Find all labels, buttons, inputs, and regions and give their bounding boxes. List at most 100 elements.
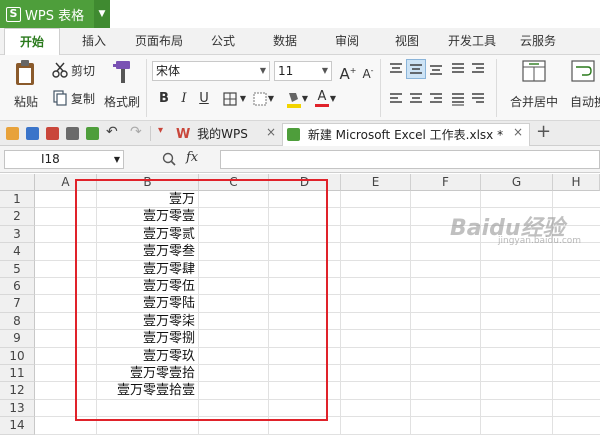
close-tab-icon[interactable]: × (266, 125, 276, 139)
tab-home[interactable]: 开始 (4, 28, 60, 56)
increase-font-size-button[interactable]: A+ (338, 61, 358, 83)
wrap-indent-button[interactable] (468, 59, 488, 79)
align-top-icon (390, 63, 402, 73)
tab-developer[interactable]: 开发工具 (440, 28, 504, 55)
align-bottom-button[interactable] (426, 59, 446, 79)
font-name-select[interactable]: 宋体 ▼ (152, 61, 270, 81)
insert-function-button[interactable]: fx (186, 150, 198, 165)
cell-b7[interactable]: 壹万零陆 (97, 295, 195, 312)
row-header[interactable]: 9 (0, 330, 35, 348)
cell-b12[interactable]: 壹万零壹拾壹 (97, 382, 195, 399)
app-dropdown-chevron-icon[interactable]: ▼ (94, 0, 110, 28)
align-center-button[interactable] (406, 89, 426, 109)
row-header[interactable]: 1 (0, 191, 35, 209)
export-pdf-icon[interactable] (46, 127, 59, 140)
close-tab-icon[interactable]: × (513, 125, 523, 139)
cell-b9[interactable]: 壹万零捌 (97, 330, 195, 347)
tab-view[interactable]: 视图 (384, 28, 430, 55)
tab-data[interactable]: 数据 (262, 28, 308, 55)
customize-toolbar-icon[interactable]: ▾ (158, 125, 163, 136)
font-name-value: 宋体 (156, 64, 181, 78)
justify-button[interactable] (448, 59, 468, 79)
app-menu-button[interactable]: S WPS 表格 (0, 0, 94, 28)
open-folder-icon[interactable] (6, 127, 19, 140)
tab-current-workbook[interactable]: 新建 Microsoft Excel 工作表.xlsx * (282, 123, 530, 146)
row-header[interactable]: 13 (0, 399, 35, 418)
row-header[interactable]: 11 (0, 365, 35, 383)
column-header-g[interactable]: G (481, 174, 553, 191)
align-left-button[interactable] (386, 89, 406, 109)
column-header-c[interactable]: C (199, 174, 269, 191)
cell-b10[interactable]: 壹万零玖 (97, 348, 195, 365)
row-header[interactable]: 8 (0, 312, 35, 331)
tab-review[interactable]: 审阅 (324, 28, 370, 55)
undo-icon[interactable]: ↶ (106, 124, 118, 140)
cell-b8[interactable]: 壹万零柒 (97, 313, 195, 330)
fill-color-dropdown-icon[interactable]: ▼ (300, 89, 310, 109)
row-header[interactable]: 4 (0, 243, 35, 261)
cell-b4[interactable]: 壹万零叁 (97, 243, 195, 260)
font-size-select[interactable]: 11 ▼ (274, 61, 332, 81)
menu-tab-bar: 开始 插入 页面布局 公式 数据 审阅 视图 开发工具 云服务 (0, 28, 600, 56)
row-header[interactable]: 14 (0, 417, 35, 435)
tab-insert[interactable]: 插入 (68, 28, 120, 55)
underline-button[interactable]: U (194, 89, 214, 109)
paste-button[interactable]: 粘贴 (8, 59, 44, 117)
print-preview-icon[interactable] (86, 127, 99, 140)
auto-wrap-button[interactable]: 自动换 (570, 59, 600, 117)
zoom-search-icon[interactable] (162, 152, 176, 166)
row-header[interactable]: 2 (0, 208, 35, 226)
align-top-button[interactable] (386, 59, 406, 79)
outdent-button[interactable] (468, 89, 488, 109)
merge-center-button[interactable]: 合并居中 (504, 59, 564, 117)
tab-page-layout[interactable]: 页面布局 (126, 28, 192, 55)
distributed-align-icon (452, 93, 464, 106)
row-header[interactable]: 5 (0, 260, 35, 278)
borders-button[interactable] (220, 89, 240, 109)
cut-button[interactable]: 剪切 (52, 61, 95, 79)
column-header-a[interactable]: A (35, 174, 97, 191)
print-icon[interactable] (66, 127, 79, 140)
column-header-h[interactable]: H (553, 174, 600, 191)
cell-b3[interactable]: 壹万零贰 (97, 226, 195, 243)
column-header-b[interactable]: B (97, 174, 199, 191)
format-painter-button[interactable]: 格式刷 (102, 59, 142, 117)
row-header[interactable]: 10 (0, 347, 35, 365)
tab-formulas[interactable]: 公式 (200, 28, 246, 55)
font-size-value: 11 (278, 64, 294, 78)
italic-button[interactable]: I (174, 89, 194, 109)
formula-input[interactable] (220, 150, 600, 169)
borders-dropdown-icon[interactable]: ▼ (238, 89, 248, 109)
distributed-align-button[interactable] (448, 89, 468, 109)
decrease-font-size-button[interactable]: A- (358, 61, 378, 81)
save-icon[interactable] (26, 127, 39, 140)
column-header-d[interactable]: D (269, 174, 341, 191)
cell-style-dropdown-icon[interactable]: ▼ (266, 89, 276, 109)
tab-my-wps[interactable]: W 我的WPS (172, 123, 280, 146)
cell-b11[interactable]: 壹万零壹拾 (97, 365, 195, 382)
select-all-corner[interactable] (0, 174, 35, 191)
tab-cloud-service[interactable]: 云服务 (510, 28, 566, 55)
row-header[interactable]: 3 (0, 225, 35, 244)
align-middle-icon (410, 64, 422, 74)
row-header[interactable]: 7 (0, 295, 35, 313)
align-left-icon (390, 93, 402, 103)
row-header[interactable]: 12 (0, 382, 35, 400)
font-color-dropdown-icon[interactable]: ▼ (328, 89, 338, 109)
cell-b5[interactable]: 壹万零肆 (97, 261, 195, 278)
row-header[interactable]: 6 (0, 278, 35, 296)
cell-b2[interactable]: 壹万零壹 (97, 208, 195, 225)
name-box[interactable]: I18 ▼ (4, 150, 124, 169)
toolbar-divider (150, 126, 151, 141)
align-middle-button[interactable] (406, 59, 426, 79)
cell-b6[interactable]: 壹万零伍 (97, 278, 195, 295)
cell-b1[interactable]: 壹万 (97, 191, 195, 208)
redo-icon[interactable]: ↷ (130, 124, 142, 140)
excel-file-icon (287, 128, 300, 141)
bold-button[interactable]: B (154, 89, 174, 109)
copy-button[interactable]: 复制 (52, 89, 95, 107)
align-right-button[interactable] (426, 89, 446, 109)
new-tab-button[interactable]: + (536, 121, 551, 142)
column-header-e[interactable]: E (341, 174, 411, 191)
column-header-f[interactable]: F (411, 174, 481, 191)
